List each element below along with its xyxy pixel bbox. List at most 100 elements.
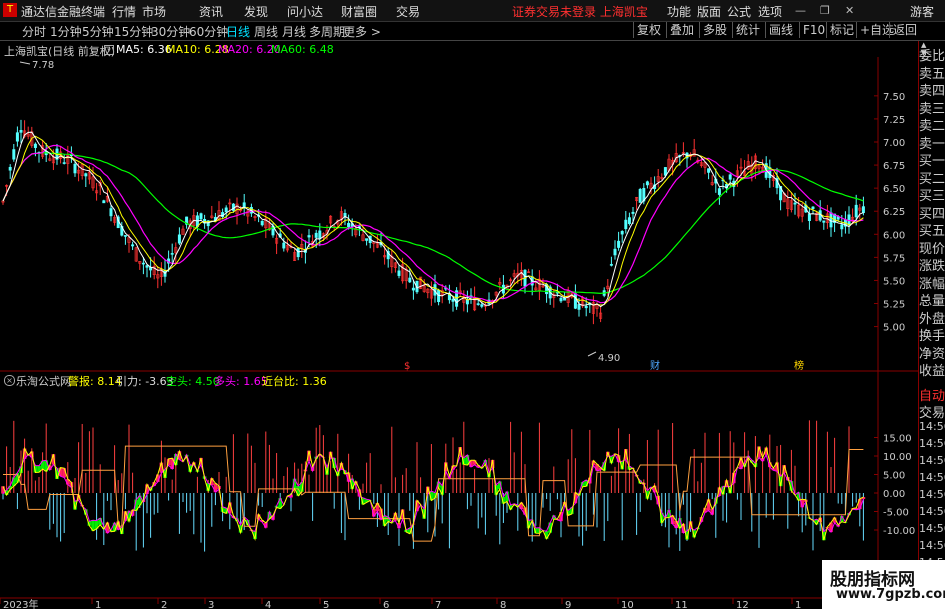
x-axis-label: 9 — [565, 600, 571, 609]
watermark-url: www.7gpzb.com — [836, 587, 945, 602]
tick-time: 14:56 — [919, 539, 945, 552]
x-axis-label: 6 — [383, 600, 389, 609]
quote-tag: 卖四 — [919, 84, 945, 99]
ind-long: 多头: 1.65 — [214, 375, 268, 388]
menu-gongneng[interactable]: 功能 — [667, 3, 691, 20]
chart-area[interactable]: 7.50 7.25 7.00 6.75 6.50 6.25 6.00 5.75 5.50 5.25… — [0, 41, 918, 609]
period-day[interactable]: 日线 — [226, 23, 250, 40]
event-mark-bang: 榜 — [794, 359, 804, 372]
period-1min[interactable]: 1分钟 — [50, 23, 82, 40]
menu-caifuquan[interactable]: 财富圈 — [341, 3, 377, 20]
period-5min[interactable]: 5分钟 — [82, 23, 114, 40]
menu-zixun[interactable]: 资讯 — [199, 3, 223, 20]
quote-tag: 卖五 — [919, 66, 945, 82]
period-toolbar: 分时 1分钟 5分钟 15分钟 30分钟 60分钟 日线 周线 月线 多周期 更… — [0, 22, 945, 41]
period-fenshi[interactable]: 分时 — [22, 23, 46, 40]
user-label[interactable]: 游客 — [910, 3, 934, 20]
period-15min[interactable]: 15分钟 — [114, 23, 153, 40]
quote-tag: 涨幅 — [919, 276, 945, 292]
menu-jiaoyi[interactable]: 交易 — [396, 3, 420, 20]
ind-short: 空头: 4.50 — [166, 375, 220, 388]
tick-time: 14:56 — [919, 420, 945, 433]
x-axis-label: 7 — [435, 600, 441, 609]
quote-tag: 买五 — [919, 224, 945, 239]
btn-fuquan[interactable]: 复权 — [633, 22, 664, 38]
app-title: 通达信金融终端 — [21, 5, 106, 19]
x-axis-label: 10 — [621, 600, 634, 609]
indicator-tick-label: 15.00 — [883, 434, 912, 445]
quote-tag: 买一 — [919, 154, 945, 169]
menu-xuanxiang[interactable]: 选项 — [758, 3, 782, 20]
btn-f10[interactable]: F10 — [799, 22, 828, 38]
high-marker: 7.78 — [32, 60, 54, 71]
price-tick-label: 5.50 — [883, 276, 905, 287]
period-week[interactable]: 周线 — [254, 23, 278, 40]
quote-tag: 涨跌 — [919, 259, 945, 274]
btn-tongji[interactable]: 统计 — [732, 22, 763, 38]
btn-biaoji[interactable]: 标记 — [826, 22, 857, 38]
price-tick-label: 6.75 — [883, 161, 905, 172]
price-tick-label: 7.25 — [883, 115, 905, 126]
period-more[interactable]: 更多 > — [343, 23, 381, 40]
quote-tag: 卖三 — [919, 101, 945, 117]
indicator-tick-label: -5.00 — [883, 508, 909, 519]
period-multi[interactable]: 多周期 — [309, 23, 345, 40]
quote-tag: 卖二 — [919, 119, 945, 134]
price-tick-label: 5.25 — [883, 300, 905, 311]
title-bar: T 通达信金融终端 行情 市场 资讯 发现 问小达 财富圈 交易 证券交易未登录… — [0, 0, 945, 22]
tick-time: 14:56 — [919, 454, 945, 467]
tick-time: 14:56 — [919, 522, 945, 535]
low-marker: 4.90 — [598, 353, 620, 364]
close-icon[interactable]: ✕ — [845, 4, 854, 17]
price-tick-label: 5.00 — [883, 323, 905, 334]
x-axis-label: 1 — [95, 600, 101, 609]
login-notice[interactable]: 证券交易未登录 上海凯宝 — [512, 3, 648, 20]
menu-banmian[interactable]: 版面 — [697, 3, 721, 20]
btn-fanhui[interactable]: 返回 — [889, 22, 920, 38]
trade-tag[interactable]: 交易 — [919, 402, 945, 421]
app-logo-icon: T — [3, 3, 17, 17]
quote-tag: 买二 — [919, 171, 945, 187]
quote-tag: 买三 — [919, 189, 945, 204]
price-tick-label: 6.25 — [883, 207, 905, 218]
quote-tag: 总量 — [919, 294, 945, 309]
x-axis-label: 12 — [736, 600, 749, 609]
ind-ratio: 近台比: 1.36 — [262, 375, 327, 388]
quote-tag: 现价 — [919, 241, 945, 257]
quote-tag: 外盘 — [919, 311, 945, 327]
quote-tag: 收益 — [919, 364, 945, 379]
quote-tag: 卖一 — [919, 136, 945, 152]
watermark: 股朋指标网 www.7gpzb.com — [822, 560, 945, 609]
x-axis-label: 8 — [500, 600, 506, 609]
price-tick-label: 7.00 — [883, 138, 905, 149]
price-tick-label: 7.50 — [883, 92, 905, 103]
btn-diejia[interactable]: 叠加 — [666, 22, 697, 38]
indicator-name[interactable]: 乐淘公式网 — [16, 373, 71, 389]
indicator-tick-label: 10.00 — [883, 452, 912, 463]
btn-huaxian[interactable]: 画线 — [765, 22, 796, 38]
x-axis-label: 11 — [675, 600, 688, 609]
price-tick-label: 5.75 — [883, 253, 905, 264]
menu-shichang[interactable]: 市场 — [142, 3, 166, 20]
period-30min[interactable]: 30分钟 — [151, 23, 190, 40]
tick-time: 14:56 — [919, 471, 945, 484]
price-tick-label: 6.50 — [883, 184, 905, 195]
menu-faxian[interactable]: 发现 — [244, 3, 268, 20]
ind-alarm: 警报: 8.14 — [68, 375, 122, 388]
menu-hangqing[interactable]: 行情 — [112, 3, 136, 20]
tick-time: 14:56 — [919, 437, 945, 450]
x-axis-label: 4 — [265, 600, 271, 609]
x-axis-label: 1 — [795, 600, 801, 609]
restore-icon[interactable]: ❐ — [820, 4, 830, 17]
period-60min[interactable]: 60分钟 — [189, 23, 228, 40]
quote-tag: 买四 — [919, 206, 945, 222]
menu-gongshi[interactable]: 公式 — [727, 3, 751, 20]
minimize-icon[interactable]: — — [795, 4, 806, 17]
btn-duogu[interactable]: 多股 — [699, 22, 730, 38]
tick-time: 14:56 — [919, 505, 945, 518]
event-mark-dollar: $ — [404, 361, 410, 372]
quote-tag: 委比 — [919, 49, 945, 64]
period-month[interactable]: 月线 — [282, 23, 306, 40]
menu-wenxiaoda[interactable]: 问小达 — [287, 3, 323, 20]
indicator-settings-icon[interactable]: × — [4, 375, 15, 386]
